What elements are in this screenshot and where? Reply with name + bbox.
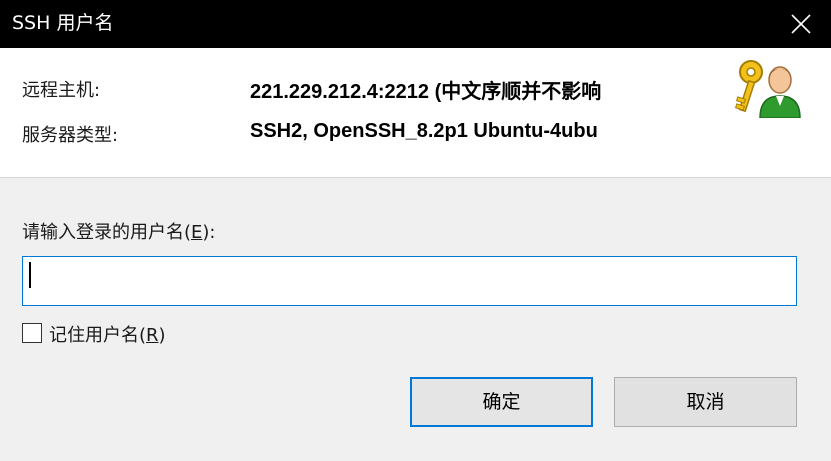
remember-label-suffix: ) bbox=[158, 325, 166, 346]
host-value: 221.229.212.4:2212 (中文序顺并不影响 bbox=[250, 81, 602, 103]
close-button[interactable] bbox=[771, 0, 831, 48]
username-input[interactable] bbox=[22, 256, 797, 306]
ssh-username-dialog: SSH 用户名 远程主机: 221.229.212.4:2212 (中文序顺并不… bbox=[0, 0, 831, 461]
host-label: 远程主机: bbox=[22, 80, 101, 101]
username-prompt-text: 请输入登录的用户名( bbox=[22, 222, 192, 243]
ok-button[interactable]: 确定 bbox=[410, 377, 593, 427]
username-prompt-hotkey: E bbox=[191, 222, 203, 243]
remember-label-text: 记住用户名( bbox=[49, 325, 147, 346]
remember-username-label[interactable]: 记住用户名(R) bbox=[49, 321, 166, 347]
server-type-label: 服务器类型: bbox=[22, 125, 119, 146]
title-bar[interactable]: SSH 用户名 bbox=[0, 0, 831, 48]
username-prompt: 请输入登录的用户名(E): bbox=[22, 218, 216, 244]
close-icon bbox=[791, 14, 811, 34]
username-prompt-suffix: ): bbox=[202, 222, 216, 243]
server-type-value: SSH2, OpenSSH_8.2p1 Ubuntu-4ubu bbox=[250, 120, 598, 142]
cancel-button[interactable]: 取消 bbox=[614, 377, 797, 427]
user-key-icon bbox=[734, 60, 801, 118]
text-caret bbox=[29, 262, 31, 288]
connection-info-panel: 远程主机: 221.229.212.4:2212 (中文序顺并不影响 服务器类型… bbox=[0, 48, 831, 178]
window-title: SSH 用户名 bbox=[12, 12, 114, 34]
remember-username-checkbox[interactable] bbox=[22, 323, 42, 343]
remember-label-hotkey: R bbox=[146, 325, 159, 346]
